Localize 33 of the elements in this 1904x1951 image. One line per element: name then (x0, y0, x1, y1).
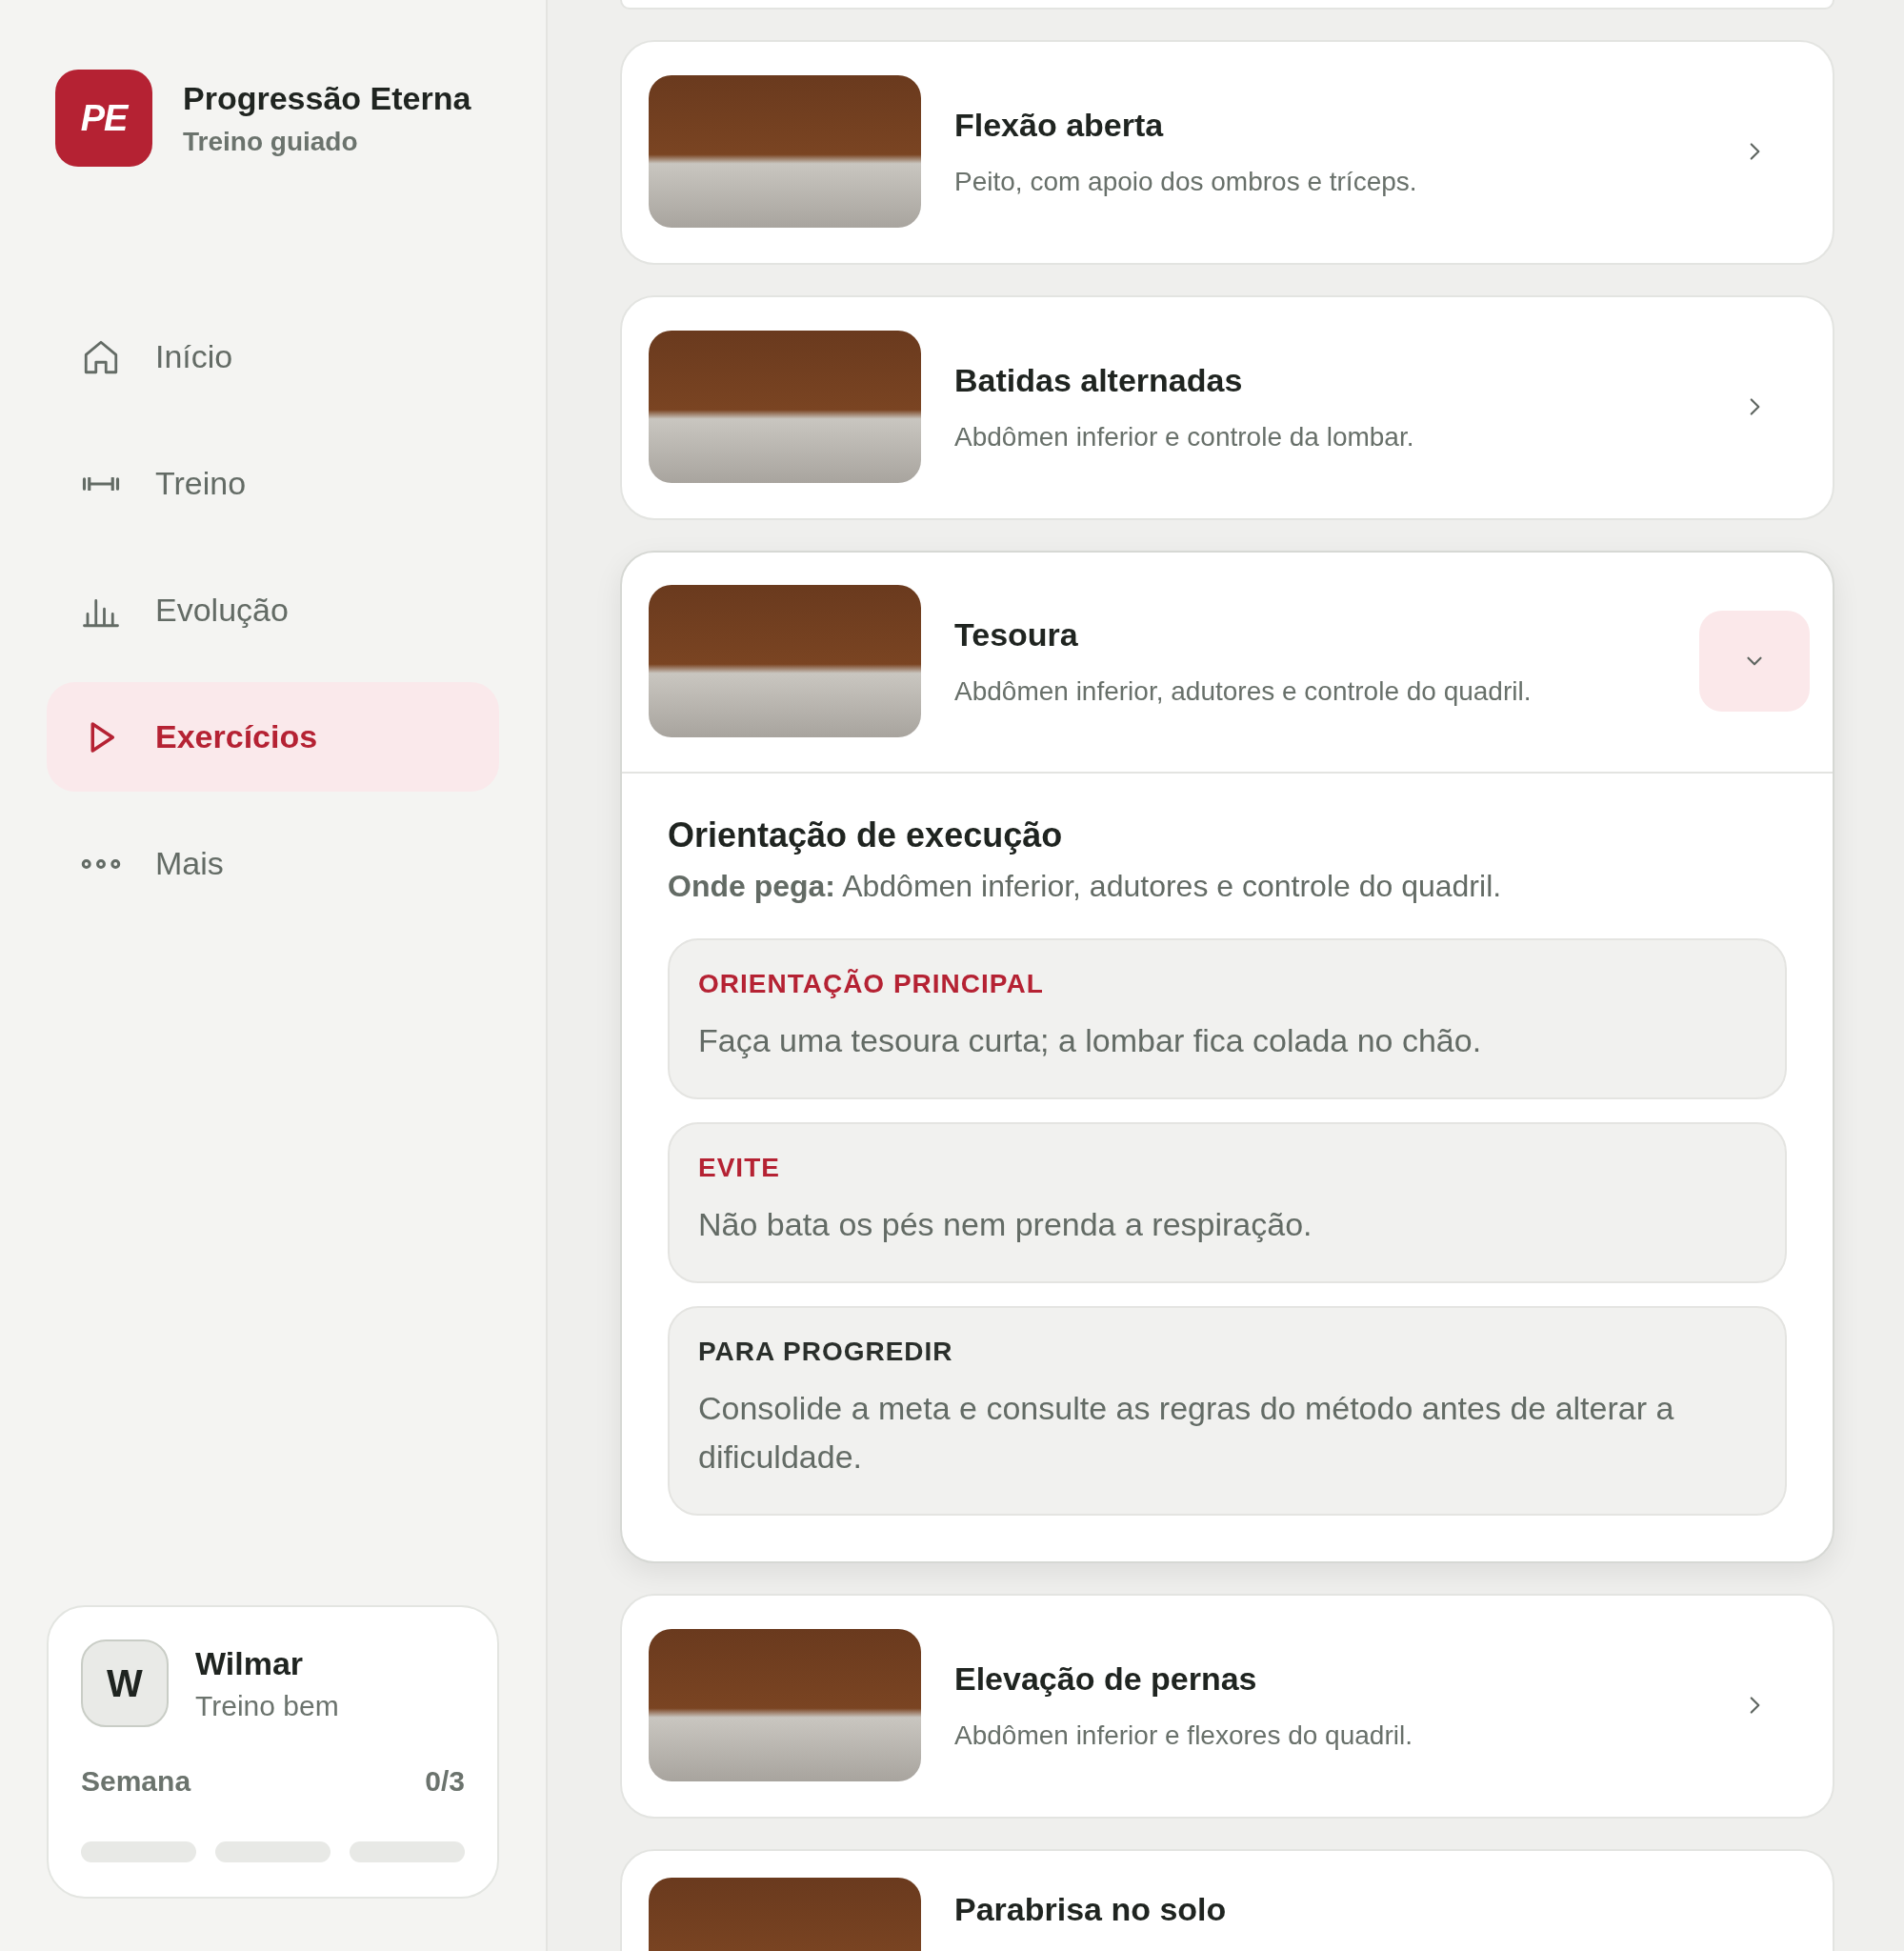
exercise-description: Abdômen inferior e controle da lombar. (954, 421, 1415, 453)
exercise-title: Tesoura (954, 615, 1079, 654)
note-label: ORIENTAÇÃO PRINCIPAL (698, 969, 1045, 999)
app-subtitle: Treino guiado (183, 126, 359, 157)
exercise-description: Abdômen inferior e flexores do quadril. (954, 1720, 1413, 1751)
note-text: Consolide a meta e consulte as regras do método antes de alterar a dificuldade. (698, 1389, 1675, 1477)
exercise-title: Batidas alternadas (954, 361, 1244, 399)
collapse-button[interactable] (1699, 611, 1810, 712)
dumbbell-icon (81, 476, 121, 491)
user-status: Treino bem (195, 1689, 339, 1722)
app-logo: PE (55, 70, 152, 167)
note-text: Não bata os pés nem prenda a respiração. (698, 1205, 1313, 1244)
nav-item[interactable]: Início (47, 302, 499, 412)
nav-item[interactable]: Mais (47, 809, 499, 918)
exercise-description: Peito, com apoio dos ombros e tríceps. (954, 166, 1418, 197)
details-heading: Orientação de execução (668, 815, 1064, 855)
nav-item[interactable]: Exercícios (47, 682, 499, 792)
week-count: 0/3 (425, 1765, 465, 1798)
exercise-title: Parabrisa no solo (954, 1891, 1228, 1928)
note-label: PARA PROGREDIR (698, 1337, 954, 1367)
more-icon (81, 858, 121, 869)
exercise-title: Elevação de pernas (954, 1659, 1258, 1698)
note-text: Faça uma tesoura curta; a lombar fica colada no chão. (698, 1021, 1483, 1060)
exercise-description: Abdômen inferior, adutores e controle do quadril. (954, 675, 1533, 707)
user-name: Wilmar (195, 1644, 305, 1682)
target-muscles-text: Onde pega: Abdômen inferior, adutores e controle do quadril. (668, 869, 1503, 904)
week-label: Semana (81, 1765, 191, 1798)
exercise-title: Flexão aberta (954, 106, 1165, 144)
app-name: Progressão Eterna (183, 79, 471, 117)
nav-item[interactable]: Treino (47, 429, 499, 538)
note-label: EVITE (698, 1153, 781, 1183)
nav-item[interactable]: Evolução (47, 555, 499, 665)
avatar: W (81, 1639, 169, 1727)
